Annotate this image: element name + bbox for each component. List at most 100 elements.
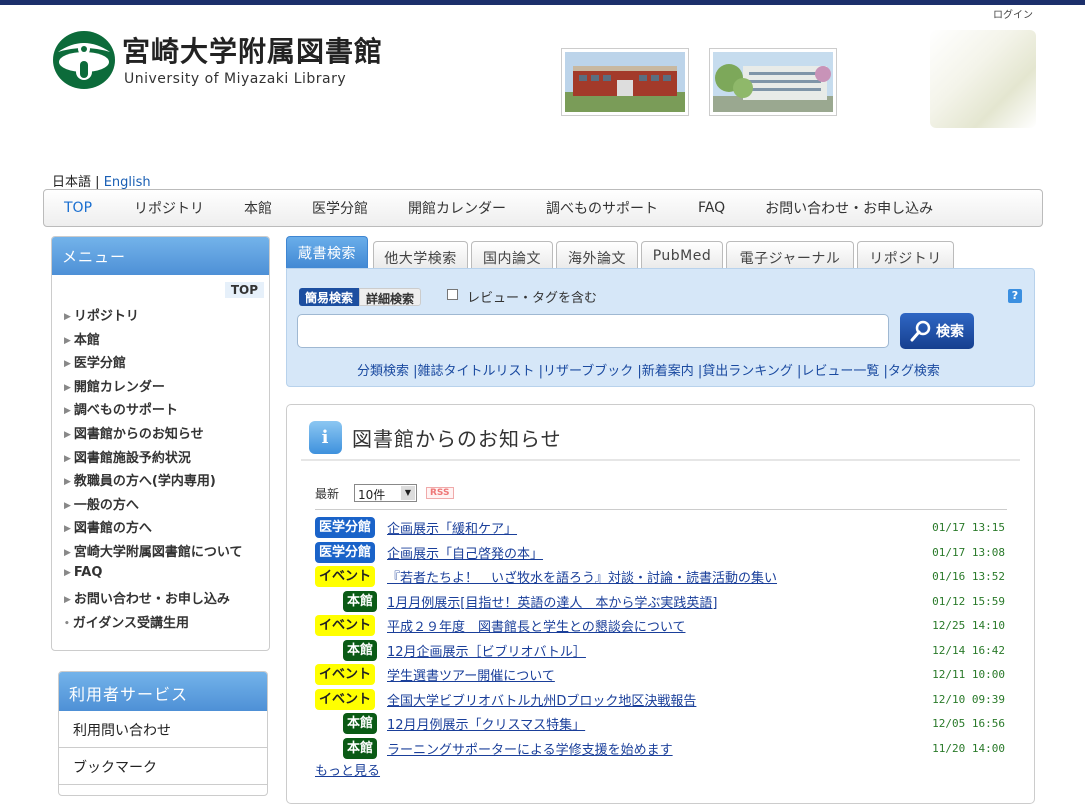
tab-ejournal[interactable]: 電子ジャーナル [726, 241, 854, 271]
news-item: 医学分館 企画展示「緩和ケア」 01/17 13:15 [315, 515, 1005, 540]
triangle-right-icon: ▶ [64, 595, 71, 606]
news-item-link[interactable]: 企画展示「自己啓発の本」 [387, 543, 543, 562]
triangle-right-icon: ▶ [64, 567, 71, 578]
library-photo-main [561, 48, 689, 116]
triangle-right-icon: ▶ [64, 406, 71, 417]
nav-item-contact[interactable]: お問い合わせ・お申し込み [765, 198, 933, 218]
nav-item-research-support[interactable]: 調べものサポート [546, 198, 658, 218]
chevron-down-icon: ▼ [401, 486, 415, 500]
category-badge: 本館 [343, 737, 378, 759]
news-item-date: 01/17 13:15 [932, 521, 1005, 534]
count-select[interactable]: 10件 ▼ [354, 484, 417, 502]
tab-repository[interactable]: リポジトリ [857, 241, 954, 271]
nav-item-top[interactable]: TOP [64, 200, 92, 216]
news-panel: i 図書館からのお知らせ 最新 10件 ▼ RSS 医学分館 企画展示「緩和ケア」… [286, 404, 1035, 804]
news-item-link[interactable]: 学生選書ツアー開催について [387, 665, 555, 684]
nav-item-main-library[interactable]: 本館 [244, 198, 272, 218]
news-item: 医学分館 企画展示「自己啓発の本」 01/17 13:08 [315, 540, 1005, 565]
sidebar-item-about[interactable]: ▶ 宮崎大学附属図書館について [64, 541, 243, 565]
category-badge: 本館 [343, 639, 378, 661]
sidebar-item-news[interactable]: ▶ 図書館からのお知らせ [64, 423, 243, 447]
nav-item-faq[interactable]: FAQ [698, 200, 725, 216]
news-item-link[interactable]: 全国大学ビブリオバトル九州Dブロック地区決戦報告 [387, 690, 696, 709]
search-button[interactable]: 検索 [900, 313, 974, 349]
sidebar-item-medical-library[interactable]: ▶ 医学分館 [64, 352, 243, 376]
site-title: 宮崎大学附属図書館 [122, 35, 384, 68]
tab-other-universities[interactable]: 他大学検索 [373, 241, 468, 271]
site-subtitle: University of Miyazaki Library [124, 71, 347, 87]
tab-catalog[interactable]: 蔵書検索 [286, 236, 368, 270]
help-icon[interactable]: ? [1008, 289, 1022, 303]
more-link[interactable]: もっと見る [315, 760, 380, 779]
sidebar-item-guidance[interactable]: • ガイダンス受講生用 [64, 612, 243, 636]
news-item-link[interactable]: 企画展示「緩和ケア」 [387, 518, 517, 537]
news-item-date: 12/11 10:00 [932, 668, 1005, 681]
news-list: 医学分館 企画展示「緩和ケア」 01/17 13:15 医学分館 企画展示「自己啓発の本… [315, 515, 1005, 760]
news-item-date: 01/16 13:52 [932, 570, 1005, 583]
news-item: 本館 1月月例展示[目指せ！英語の達人 本から学ぶ実践英語] 01/12 15:59 [315, 589, 1005, 614]
sidebar-item-calendar[interactable]: ▶ 開館カレンダー [64, 376, 243, 400]
sidebar-item-research-support[interactable]: ▶ 調べものサポート [64, 399, 243, 423]
tab-domestic-papers[interactable]: 国内論文 [471, 241, 553, 271]
category-badge: 医学分館 [315, 517, 376, 538]
news-header: i 図書館からのお知らせ [309, 421, 562, 454]
news-item-link[interactable]: 平成２９年度 図書館長と学生との懇談会について [387, 616, 685, 635]
triangle-right-icon: ▶ [64, 524, 71, 535]
tab-foreign-papers[interactable]: 海外論文 [556, 241, 638, 271]
sidebar-item-librarians[interactable]: ▶ 図書館の方へ [64, 517, 243, 541]
news-item: 本館 12月月例展示「クリスマス特集」 12/05 16:56 [315, 711, 1005, 736]
triangle-right-icon: ▶ [64, 335, 71, 346]
login-link[interactable]: ログイン [993, 6, 1033, 21]
language-english-link[interactable]: English [104, 175, 151, 190]
header-decoration [930, 30, 1036, 128]
news-item-link[interactable]: ラーニングサポーターによる学修支援を始めます [387, 739, 673, 758]
sidebar-item-faculty[interactable]: ▶ 教職員の方へ(学内専用) [64, 470, 243, 494]
library-photo-medical [709, 48, 837, 116]
search-input[interactable] [297, 314, 889, 348]
search-button-label: 検索 [936, 324, 964, 340]
language-separator: | [95, 175, 100, 190]
count-select-value: 10件 [358, 488, 386, 502]
magnifier-icon [910, 320, 931, 342]
triangle-right-icon: ▶ [64, 382, 71, 393]
triangle-right-icon: ▶ [64, 312, 71, 322]
sidebar-item-main-library[interactable]: ▶ 本館 [64, 329, 243, 353]
search-links[interactable]: 分類検索 |雑誌タイトルリスト |リザーブブック |新着案内 |貸出ランキング … [357, 360, 940, 379]
user-services-title: 利用者サービス [59, 672, 267, 711]
review-tag-checkbox[interactable] [447, 289, 458, 300]
news-item: イベント 平成２９年度 図書館長と学生との懇談会について 12/25 14:10 [315, 613, 1005, 638]
news-item-date: 12/05 16:56 [932, 717, 1005, 730]
news-item-link[interactable]: 『若者たちよ！ いざ牧水を語ろう』対談・討論・読書活動の集い [387, 567, 777, 586]
news-item-link[interactable]: 12月月例展示「クリスマス特集」 [387, 714, 585, 733]
top-bar [0, 0, 1085, 5]
search-mode: 簡易検索 詳細検索 [299, 288, 422, 306]
sidebar-item-contact[interactable]: ▶ お問い合わせ・お申し込み [64, 588, 243, 612]
category-badge: イベント [315, 664, 376, 685]
sidebar-item-faq[interactable]: ▶ FAQ [64, 565, 243, 589]
news-list-divider [315, 509, 1007, 510]
services-item-bookmark[interactable]: ブックマーク [59, 748, 267, 785]
news-item-link[interactable]: 12月企画展示［ビブリオバトル］ [387, 641, 586, 660]
news-item-date: 01/17 13:08 [932, 545, 1005, 559]
category-badge: イベント [315, 615, 376, 636]
triangle-right-icon: ▶ [64, 547, 71, 558]
nav-item-calendar[interactable]: 開館カレンダー [408, 198, 506, 218]
mode-simple-button[interactable]: 簡易検索 [299, 288, 360, 306]
sidebar-menu-list: ▶ リポジトリ ▶ 本館 ▶ 医学分館 ▶ 開館カレンダー ▶ 調べものサポート ▶ 図書館… [64, 305, 243, 635]
tab-pubmed[interactable]: PubMed [641, 241, 723, 271]
sidebar-item-facility-reservation[interactable]: ▶ 図書館施設予約状況 [64, 447, 243, 471]
services-item-inquiry[interactable]: 利用問い合わせ [59, 711, 267, 748]
news-item: イベント 『若者たちよ！ いざ牧水を語ろう』対談・討論・読書活動の集い 01/16 … [315, 564, 1005, 589]
triangle-right-icon: ▶ [64, 359, 71, 370]
user-services: 利用者サービス 利用問い合わせ ブックマーク [58, 671, 268, 796]
sidebar-top-button[interactable]: TOP [224, 282, 264, 298]
mode-detail-button[interactable]: 詳細検索 [359, 288, 422, 306]
nav-item-repository[interactable]: リポジトリ [134, 198, 204, 218]
sidebar-item-repository[interactable]: ▶ リポジトリ [64, 305, 243, 329]
nav-item-medical-library[interactable]: 医学分館 [312, 198, 368, 218]
rss-badge[interactable]: RSS [426, 487, 454, 499]
news-item-link[interactable]: 1月月例展示[目指せ！英語の達人 本から学ぶ実践英語] [387, 592, 717, 611]
sidebar-item-public[interactable]: ▶ 一般の方へ [64, 494, 243, 518]
news-item: 本館 12月企画展示［ビブリオバトル］ 12/14 16:42 [315, 638, 1005, 663]
language-switcher: 日本語 | English [52, 171, 151, 190]
